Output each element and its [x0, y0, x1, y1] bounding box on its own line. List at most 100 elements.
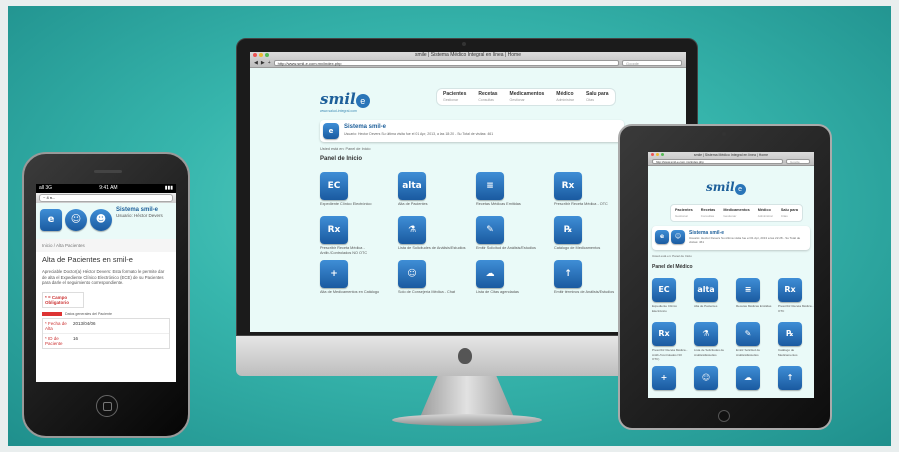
ipad-app-icon[interactable]: ℞ [778, 322, 802, 346]
ipad-app-icon[interactable]: ⚗ [694, 322, 718, 346]
ipad-app-label[interactable]: Prescribir Receta Médica - Antib./Contro… [652, 348, 688, 362]
imac-base [392, 414, 542, 426]
system-card: e Sistema smil-e Usuario: Hector Devers … [320, 120, 624, 142]
ipad-window-controls[interactable] [651, 153, 664, 156]
system-subtitle: Usuario: Hector Devers Su última visita … [344, 132, 494, 136]
iphone-doctor-icon: ☻ [90, 209, 112, 231]
system-title: Sistema smil-e [344, 124, 387, 130]
imac-app-label[interactable]: Lista de Citas agendadas [476, 290, 548, 295]
iphone-system-subtitle: Usuario: Héctor Devers [116, 213, 163, 218]
iphone-url-bar: ~ 4 n... [36, 193, 176, 203]
ipad-app-label[interactable]: Alta de Pacientes [694, 304, 730, 309]
url-field[interactable]: http://www.smil-e.com.mx/index.php [273, 60, 619, 66]
imac-app-icon[interactable]: ☁ [476, 260, 504, 288]
ipad-breadcrumb: Usted está en: Panel de Inicio [652, 254, 692, 258]
imac-app-label[interactable]: Emitir términos de Análisis/Estudios [554, 290, 626, 295]
ipad-nav-item-medico[interactable]: Médico Administrar [754, 205, 777, 221]
nav-item-recetas[interactable]: Recetas Consultas [472, 89, 503, 105]
imac-app-icon[interactable]: ⚗ [398, 216, 426, 244]
imac-app-label[interactable]: Alta de Pacientes [398, 202, 470, 207]
back-icon[interactable]: ◀ [254, 60, 258, 66]
ipad-system-logo-icon: e [655, 230, 669, 244]
imac-app-icon[interactable]: ℞ [554, 216, 582, 244]
imac-app-icon[interactable]: EC [320, 172, 348, 200]
ipad-app-icon[interactable]: + [652, 366, 676, 390]
fecha-alta-field[interactable]: 2013/04/06 [73, 321, 96, 331]
id-paciente-field[interactable]: 16 [73, 336, 78, 346]
iphone-section-header: Datos generales del Paciente [65, 311, 112, 316]
imac-app-icon[interactable]: ↑ [554, 260, 582, 288]
battery-icon: ▮▮▮ [164, 185, 173, 191]
ipad-app-icon[interactable]: ↑ [778, 366, 802, 390]
ipad-icon-grid: EC Expediente Clínico Electrónico alta Alta… [652, 278, 814, 398]
ipad-panel-title: Panel del Médico [652, 264, 693, 270]
ipad-camera [722, 132, 726, 136]
breadcrumb: Usted está en: Panel de Inicio [320, 147, 371, 151]
ipad-nav-item-salu[interactable]: Salu para Citas [777, 205, 802, 221]
ipad-nav-item-medicamentos[interactable]: Medicamentos Gestionar [719, 205, 753, 221]
imac-app-label[interactable]: Solo de Consejería Médica - Chat [398, 290, 470, 295]
imac-app-label[interactable]: Prescribir Receta Médica - OTC [554, 202, 626, 207]
ipad-system-card: e ☺ Sistema smil-e Usuario: Hector Dever… [652, 226, 810, 250]
ipad-app-icon[interactable]: Rx [778, 278, 802, 302]
iphone-intro-text: Apreciable Doctor(a) Héctor Devers: Esta… [42, 269, 165, 285]
imac-app-label[interactable]: Expediente Clínico Electrónico [320, 202, 392, 207]
imac-app-label[interactable]: Catálogo de Medicamentos [554, 246, 626, 251]
clock: 9:41 AM [99, 185, 118, 191]
ipad-nav-item-recetas[interactable]: Recetas Consultas [697, 205, 720, 221]
iphone-url-field[interactable]: ~ 4 n... [39, 194, 173, 202]
nav-item-pacientes[interactable]: Pacientes Gestionar [437, 89, 472, 105]
ipad-system-subtitle: Usuario: Hector Devers Su última visita … [689, 236, 801, 244]
imac-app-icon[interactable]: + [320, 260, 348, 288]
ipad-app-icon[interactable]: ≡ [736, 278, 760, 302]
imac-app-label[interactable]: Alta de Medicamentos en Catálogo [320, 290, 392, 295]
ipad-app-icon[interactable]: Rx [652, 322, 676, 346]
ipad-app-label[interactable]: Emitir Solicitud de Análisis/Estudios [736, 348, 772, 357]
ipad-app-icon[interactable]: ✎ [736, 322, 760, 346]
ipad-app-icon[interactable]: alta [694, 278, 718, 302]
iphone-required-note: * = Campo Obligatorio [42, 291, 84, 308]
imac-app-icon[interactable]: Rx [554, 172, 582, 200]
imac-app-label[interactable]: Recetas Médicas Emitidas [476, 202, 548, 207]
imac-app-icon[interactable]: ≡ [476, 172, 504, 200]
address-bar-row: ◀ ▶ + http://www.smil-e.com.mx/index.php… [250, 59, 686, 67]
imac-app-icon[interactable]: ✎ [476, 216, 504, 244]
ipad-url-field[interactable]: http://www.smil-e.com.mx/index.php [652, 159, 783, 164]
ipad-app-label[interactable]: Lista de Solicitudes de Análisis/Estudio… [694, 348, 730, 357]
main-nav: Pacientes Gestionar Recetas Consultas Medi… [436, 88, 616, 106]
window-controls[interactable] [253, 53, 269, 57]
ipad-user-icon: ☺ [671, 230, 685, 244]
imac-app-icon[interactable]: alta [398, 172, 426, 200]
ipad-app-icon[interactable]: EC [652, 278, 676, 302]
logo-e-icon: e [355, 94, 370, 108]
ipad-app-icon[interactable]: ☺ [694, 366, 718, 390]
ipad-home-button[interactable] [718, 410, 730, 422]
nav-item-medico[interactable]: Médico Administrar [550, 89, 580, 105]
imac-app-label[interactable]: Prescribir Receta Médica - Antib./Contro… [320, 246, 392, 255]
iphone-home-button[interactable] [96, 395, 118, 417]
imac-app-label[interactable]: Lista de Solicitudes de Análisis/Estudio… [398, 246, 470, 251]
panel-title: Panel de Inicio [320, 156, 363, 162]
ipad-app-icon[interactable]: ☁ [736, 366, 760, 390]
ipad-app-label[interactable]: Catálogo de Medicamentos [778, 348, 814, 357]
imac-app-icon[interactable]: ☺ [398, 260, 426, 288]
nav-item-salu[interactable]: Salu para Citas [580, 89, 615, 105]
ipad-app-label[interactable]: Prescribir Receta Médica - OTC [778, 304, 814, 313]
ipad-search-field[interactable]: Google [786, 159, 810, 164]
add-icon[interactable]: + [268, 60, 271, 66]
site-logo[interactable]: smil e www.salud-integral.com [320, 90, 370, 113]
signal-indicator: all 3G [39, 185, 53, 191]
nav-item-medicamentos[interactable]: Medicamentos Gestionar [504, 89, 551, 105]
ipad-nav-item-pacientes[interactable]: Pacientes Gestionar [671, 205, 697, 221]
ipad-site-logo[interactable]: smil e [706, 178, 746, 196]
imac-app-label[interactable]: Emitir Solicitud de Análisis/Estudios [476, 246, 548, 251]
iphone-speaker [94, 170, 122, 173]
ipad-app-label[interactable]: Recetas Médicas Emitidas [736, 304, 772, 309]
forward-icon[interactable]: ▶ [261, 60, 265, 66]
browser-title: smile | Sistema Médico Integral en línea… [250, 52, 686, 59]
iphone-form: * Fecha de Alta 2013/04/06 * ID de Pacie… [42, 317, 170, 349]
search-field[interactable]: Google [622, 60, 682, 66]
imac-app-icon[interactable]: Rx [320, 216, 348, 244]
ipad-app-label[interactable]: Expediente Clínico Electrónico [652, 304, 688, 313]
iphone-screen: all 3G 9:41 AM ▮▮▮ ~ 4 n... e ☺ ☻ Sistem… [36, 184, 176, 382]
